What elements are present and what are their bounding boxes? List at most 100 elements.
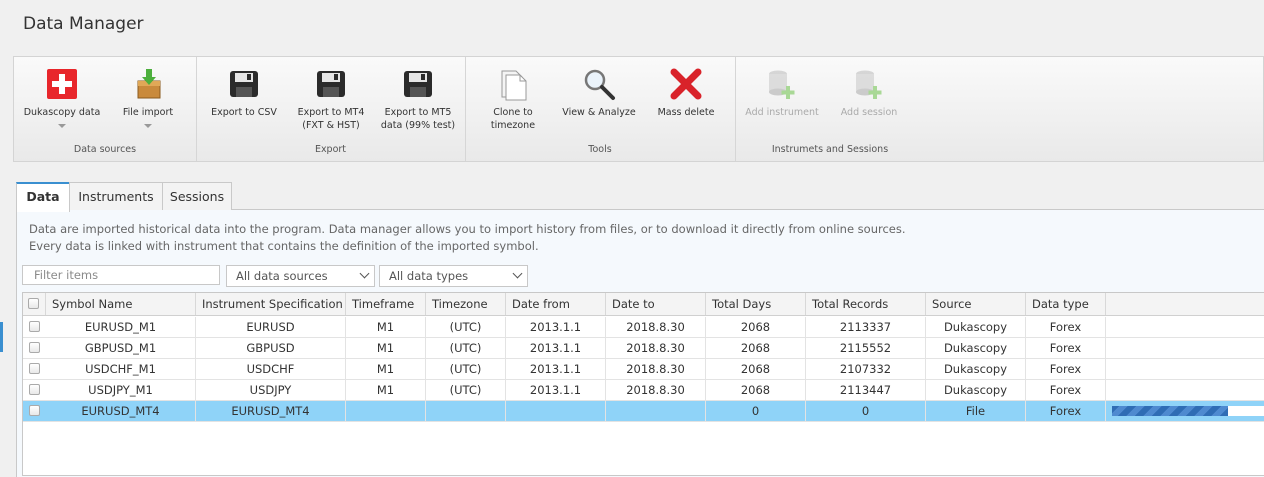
cell-total-days: 2068 [706,380,806,400]
cell-total-records: 2113337 [806,317,926,337]
clone-label-line1: Clone to [493,107,533,118]
column-header-spec[interactable]: Instrument Specification [196,293,346,315]
clone-to-timezone-button[interactable]: Clone to timezone [479,67,547,132]
database-add-icon [769,70,795,99]
column-header-total-days[interactable]: Total Days [706,293,806,315]
group-label-export: Export [314,144,347,155]
row-checkbox[interactable] [29,342,40,353]
floppy-disk-icon [404,71,432,97]
title-bar: Data Manager [0,0,1264,50]
add-instrument-label: Add instrument [745,107,819,118]
cell-spec: GBPUSD [196,338,346,358]
tab-sessions[interactable]: Sessions [162,182,232,210]
cell-timezone [426,401,506,421]
add-session-button[interactable]: Add session [833,67,905,119]
left-edge-marker [0,322,3,352]
tab-instruments[interactable]: Instruments [69,182,163,210]
cell-total-days: 2068 [706,359,806,379]
cell-date-to: 2018.8.30 [606,359,706,379]
chevron-down-icon[interactable] [58,124,66,128]
mass-delete-button[interactable]: Mass delete [651,67,721,119]
cell-date-to: 2018.8.30 [606,338,706,358]
export-mt4-button[interactable]: Export to MT4 (FXT & HST) [292,67,370,132]
column-header-total-records[interactable]: Total Records [806,293,926,315]
cell-data-type: Forex [1026,359,1106,379]
import-progress-fill [1112,406,1228,416]
export-csv-button[interactable]: Export to CSV [206,67,282,119]
cell-symbol: USDCHF_M1 [46,359,196,379]
cell-total-records: 0 [806,401,926,421]
data-sources-select-value: All data sources [236,269,328,283]
view-analyze-button[interactable]: View & Analyze [561,67,637,119]
table-row[interactable]: GBPUSD_M1 GBPUSD M1 (UTC) 2013.1.1 2018.… [23,338,1264,359]
dukascopy-data-button[interactable]: Dukascopy data [20,67,104,128]
grid-header: Symbol Name Instrument Specification Tim… [23,293,1264,316]
cell-spec: USDCHF [196,359,346,379]
filter-items-input[interactable] [22,265,220,285]
data-sources-select[interactable]: All data sources [226,265,375,287]
data-grid: Symbol Name Instrument Specification Tim… [22,292,1264,476]
column-header-progress [1106,293,1264,315]
cell-spec: EURUSD_MT4 [196,401,346,421]
cell-source: Dukascopy [926,338,1026,358]
row-checkbox[interactable] [29,321,40,332]
cell-source: Dukascopy [926,359,1026,379]
export-csv-label: Export to CSV [211,107,277,118]
column-header-date-to[interactable]: Date to [606,293,706,315]
ribbon-group-export: Export to CSV Export to MT4 (FXT & HST) … [196,57,466,161]
floppy-disk-icon [317,71,345,97]
cell-total-records: 2107332 [806,359,926,379]
row-checkbox[interactable] [29,405,40,416]
column-header-symbol[interactable]: Symbol Name [46,293,196,315]
cell-symbol: EURUSD_M1 [46,317,196,337]
ribbon-group-data-sources: Dukascopy data File import Data sources [14,57,197,161]
file-import-button[interactable]: File import [112,67,184,128]
description-line-1: Data are imported historical data into t… [29,222,906,236]
ribbon-group-tools: Clone to timezone View & Analyze Mass de… [465,57,736,161]
description-line-2: Every data is linked with instrument tha… [29,239,539,253]
cell-timeframe: M1 [346,317,426,337]
cell-total-days: 2068 [706,317,806,337]
red-x-delete-icon [670,68,702,100]
table-row[interactable]: USDCHF_M1 USDCHF M1 (UTC) 2013.1.1 2018.… [23,359,1264,380]
export-mt4-label-line1: Export to MT4 [297,107,365,118]
mass-delete-label: Mass delete [657,107,715,118]
magnifier-icon [584,69,615,100]
cell-data-type: Forex [1026,380,1106,400]
column-header-source[interactable]: Source [926,293,1026,315]
cell-total-records: 2115552 [806,338,926,358]
swiss-flag-icon [47,69,77,99]
cell-total-days: 0 [706,401,806,421]
cell-timezone: (UTC) [426,317,506,337]
table-row[interactable]: EURUSD_M1 EURUSD M1 (UTC) 2013.1.1 2018.… [23,317,1264,338]
chevron-down-icon[interactable] [144,124,152,128]
ribbon-group-instruments-sessions: Add instrument Add session Instrumets an… [735,57,925,161]
export-mt5-label-line1: Export to MT5 [384,107,452,118]
add-instrument-button[interactable]: Add instrument [743,67,821,119]
clone-label-line2: timezone [490,120,536,131]
column-header-timeframe[interactable]: Timeframe [346,293,426,315]
cell-data-type: Forex [1026,401,1106,421]
table-row[interactable]: USDJPY_M1 USDJPY M1 (UTC) 2013.1.1 2018.… [23,380,1264,401]
export-mt5-label-line2: data (99% test) [380,120,456,131]
data-types-select[interactable]: All data types [379,265,528,287]
column-header-timezone[interactable]: Timezone [426,293,506,315]
cell-timeframe: M1 [346,338,426,358]
tab-data[interactable]: Data [16,182,70,212]
cell-timezone: (UTC) [426,380,506,400]
row-checkbox[interactable] [29,363,40,374]
cell-symbol: GBPUSD_M1 [46,338,196,358]
cell-source: Dukascopy [926,317,1026,337]
row-checkbox[interactable] [29,384,40,395]
file-import-label: File import [122,107,174,118]
select-all-checkbox[interactable] [28,298,39,309]
column-header-date-from[interactable]: Date from [506,293,606,315]
chevron-down-icon [359,268,370,279]
cell-source: File [926,401,1026,421]
export-mt5-button[interactable]: Export to MT5 data (99% test) [377,67,459,132]
table-row-selected[interactable]: EURUSD_MT4 EURUSD_MT4 0 0 File Forex [23,401,1264,422]
data-types-select-value: All data types [389,269,469,283]
column-header-data-type[interactable]: Data type [1026,293,1106,315]
cell-spec: EURUSD [196,317,346,337]
cell-timeframe [346,401,426,421]
